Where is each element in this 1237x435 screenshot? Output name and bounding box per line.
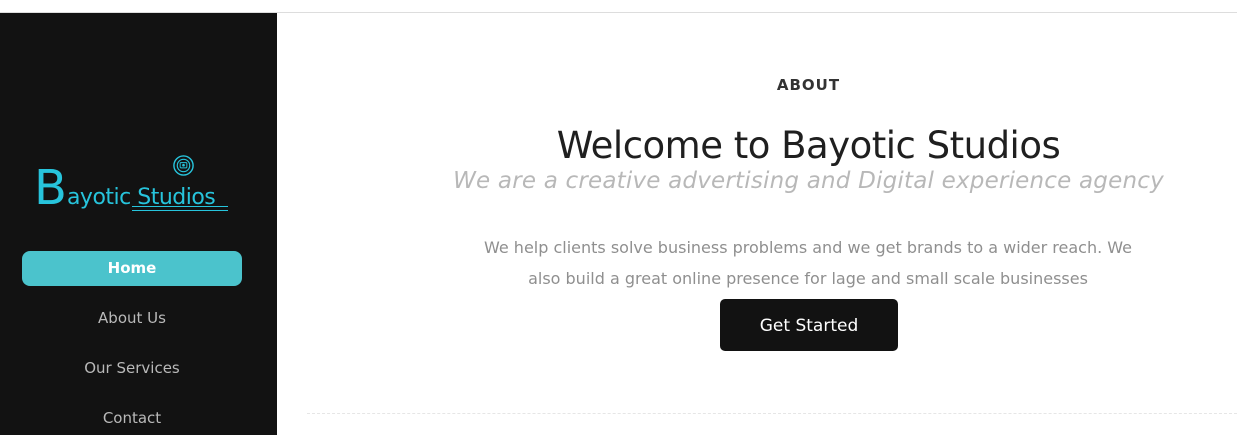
sidebar-item-home[interactable]: Home bbox=[22, 251, 242, 286]
logo-underline bbox=[132, 206, 228, 207]
sidebar-item-contact[interactable]: Contact bbox=[22, 401, 242, 435]
logo-wordmark: Bayotic Studios bbox=[34, 164, 216, 212]
tagline: We are a creative advertising and Digita… bbox=[453, 168, 1164, 194]
brand-logo[interactable]: Bayotic Studios bbox=[34, 154, 234, 224]
section-eyebrow: ABOUT bbox=[776, 76, 841, 94]
sidebar: Bayotic Studios Home About Us Our Servic… bbox=[0, 13, 277, 435]
main-content: ABOUT Welcome to Bayotic Studios We are … bbox=[277, 13, 1237, 435]
sidebar-item-our-services[interactable]: Our Services bbox=[22, 351, 242, 386]
get-started-button[interactable]: Get Started bbox=[720, 299, 898, 351]
description: We help clients solve business problems … bbox=[483, 238, 1133, 288]
page: Bayotic Studios Home About Us Our Servic… bbox=[0, 0, 1237, 435]
page-title: Welcome to Bayotic Studios bbox=[556, 123, 1061, 167]
section-divider bbox=[307, 413, 1237, 414]
sidebar-item-about-us[interactable]: About Us bbox=[22, 301, 242, 336]
logo-initial: B bbox=[34, 160, 67, 216]
logo-underline bbox=[132, 210, 228, 211]
